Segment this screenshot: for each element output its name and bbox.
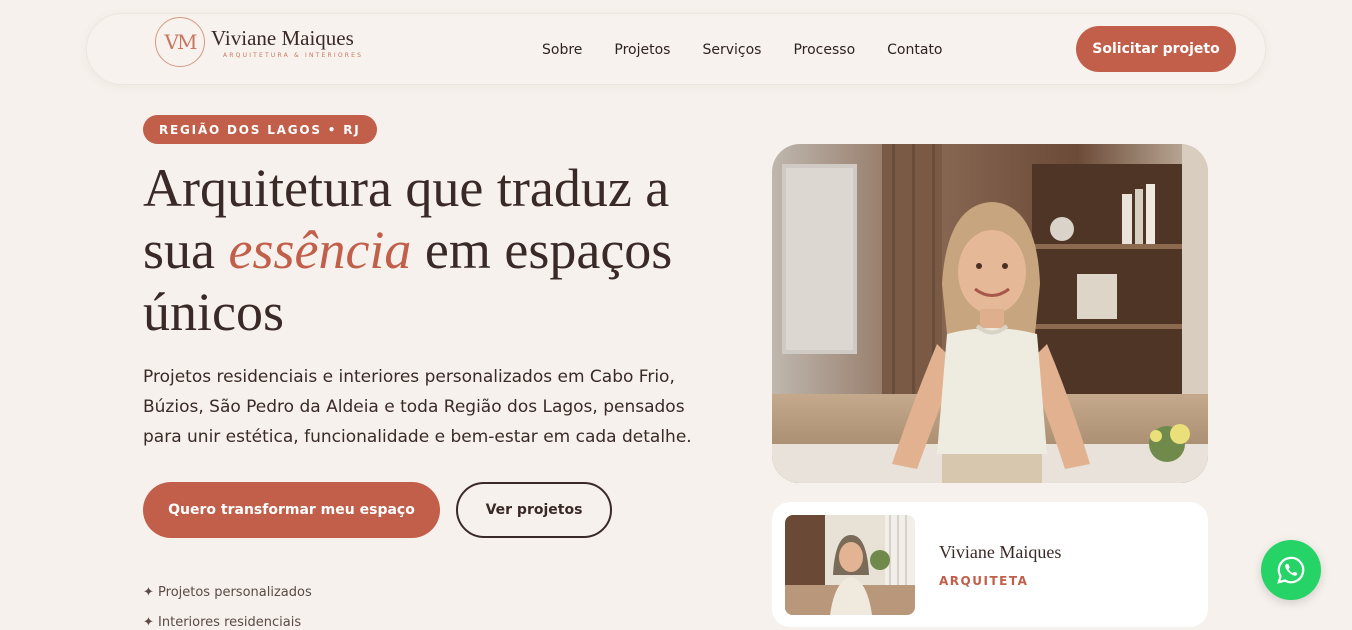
main-nav: Sobre Projetos Serviços Processo Contato (542, 42, 975, 58)
feature-item: ✦ Projetos personalizados (143, 585, 312, 600)
whatsapp-button[interactable] (1261, 540, 1321, 600)
hero-headline: Arquitetura que traduz a sua essência em… (143, 158, 673, 342)
architect-photo (772, 144, 1208, 483)
brand-name: Viviane Maiques (211, 25, 354, 50)
brand-tagline: Arquitetura & Interiores (223, 51, 364, 59)
nav-link-projetos[interactable]: Projetos (614, 42, 670, 58)
nav-link-processo[interactable]: Processo (793, 42, 855, 58)
logo-monogram: VM (155, 17, 205, 67)
feature-item: ✦ Interiores residenciais (143, 615, 302, 630)
transform-space-button[interactable]: Quero transformar meu espaço (143, 482, 440, 538)
whatsapp-icon (1277, 556, 1305, 584)
profile-name: Viviane Maiques (939, 542, 1062, 562)
region-badge: REGIÃO DOS LAGOS • RJ (143, 115, 377, 144)
headline-emphasis: essência (228, 220, 412, 280)
profile-role: ARQUITETA (939, 574, 1029, 588)
view-projects-button[interactable]: Ver projetos (456, 482, 612, 538)
brand-logo[interactable]: VM Viviane Maiques Arquitetura & Interio… (155, 14, 363, 70)
feature-list: ✦ Projetos personalizados ✦ Interiores r… (143, 578, 312, 630)
hero-description: Projetos residenciais e interiores perso… (143, 367, 692, 447)
nav-link-sobre[interactable]: Sobre (542, 42, 582, 58)
nav-link-contato[interactable]: Contato (887, 42, 942, 58)
architect-thumbnail (785, 515, 915, 615)
architect-profile-card: Viviane Maiques ARQUITETA (772, 502, 1208, 627)
nav-link-servicos[interactable]: Serviços (702, 42, 761, 58)
site-header: VM Viviane Maiques Arquitetura & Interio… (86, 13, 1266, 85)
request-project-button[interactable]: Solicitar projeto (1076, 26, 1236, 72)
